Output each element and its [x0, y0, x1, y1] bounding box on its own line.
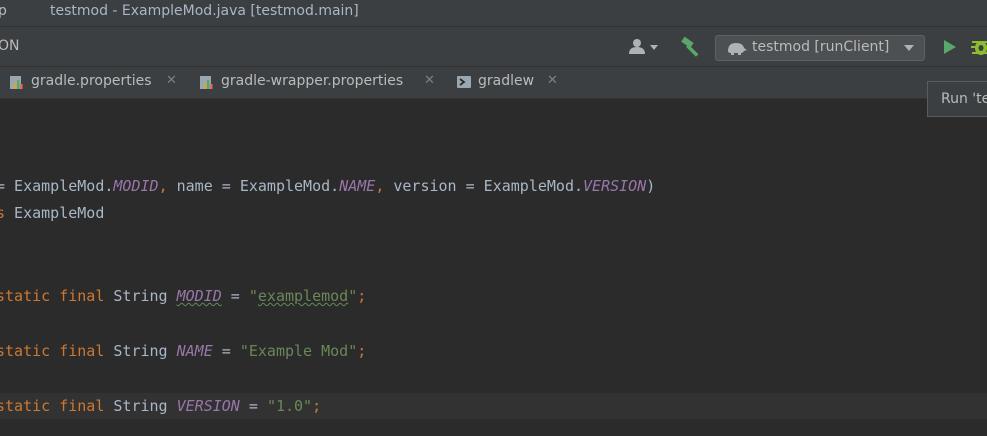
- tab-label: gradle.properties: [31, 73, 152, 89]
- tooltip-text: Run 'te: [941, 91, 987, 107]
- hammer-icon: [681, 36, 699, 57]
- navigation-toolbar: ON testmod [runClient]: [0, 26, 987, 67]
- gradle-properties-icon: [10, 76, 23, 89]
- tab-label: gradlew: [478, 73, 535, 89]
- menu-fragment[interactable]: p: [0, 3, 7, 19]
- breadcrumb-fragment[interactable]: ON: [0, 38, 20, 54]
- code-line-version-field: static final String VERSION = "1.0";: [0, 397, 322, 415]
- code-line-class-declaration: s ExampleMod: [0, 204, 105, 222]
- tab-gradle-properties[interactable]: gradle.properties ✕: [9, 67, 184, 98]
- chevron-down-icon: [650, 45, 658, 50]
- editor-tab-bar: gradle.properties ✕ gradle-wrapper.prope…: [0, 67, 987, 99]
- gradle-properties-icon: [200, 76, 213, 89]
- tab-gradle-wrapper-properties[interactable]: gradle-wrapper.properties ✕: [199, 67, 441, 98]
- close-icon[interactable]: ✕: [424, 73, 435, 88]
- tab-label: gradle-wrapper.properties: [221, 73, 404, 89]
- user-icon: [629, 39, 658, 54]
- run-button[interactable]: [939, 37, 959, 57]
- chevron-down-icon: [904, 45, 914, 51]
- window-title: testmod - ExampleMod.java [testmod.main]: [50, 3, 359, 19]
- user-menu-button[interactable]: [626, 36, 662, 58]
- code-line-name-field: static final String NAME = "Example Mod"…: [0, 342, 367, 360]
- terminal-script-icon: [457, 76, 471, 88]
- code-editor[interactable]: = ExampleMod.MODID, name = ExampleMod.NA…: [0, 99, 987, 436]
- run-configuration-selector[interactable]: testmod [runClient]: [715, 35, 925, 61]
- run-tooltip: Run 'te: [927, 81, 987, 117]
- code-line-mod-annotation: = ExampleMod.MODID, name = ExampleMod.NA…: [0, 177, 656, 195]
- code-line-modid-field: static final String MODID = "examplemod"…: [0, 287, 367, 305]
- play-icon: [944, 40, 956, 54]
- title-bar: p testmod - ExampleMod.java [testmod.mai…: [0, 0, 987, 26]
- gradle-elephant-icon: [728, 43, 747, 55]
- debug-button[interactable]: [970, 36, 987, 58]
- bug-icon: [971, 41, 987, 55]
- close-icon[interactable]: ✕: [547, 73, 558, 88]
- run-configuration-label: testmod [runClient]: [752, 39, 890, 55]
- build-project-button[interactable]: [679, 35, 703, 59]
- tab-gradlew[interactable]: gradlew ✕: [456, 67, 566, 98]
- close-icon[interactable]: ✕: [166, 73, 177, 88]
